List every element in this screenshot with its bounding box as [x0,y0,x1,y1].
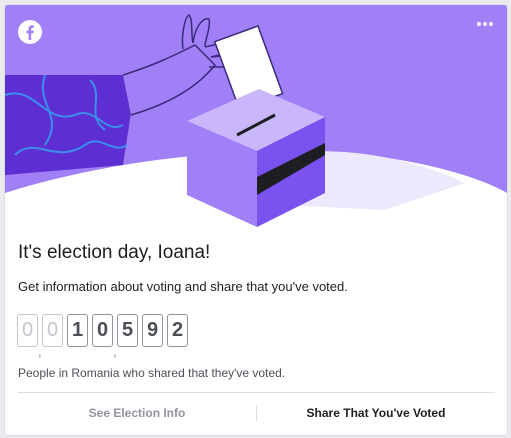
see-election-info-button[interactable]: See Election Info [18,393,256,433]
counter-digit: 0 [92,314,113,347]
facebook-logo-icon [17,19,43,45]
more-options-button[interactable] [471,13,499,35]
counter-digit: 2 [167,314,188,347]
counter-digit: 5 [117,314,138,347]
counter-caption: People in Romania who shared that they'v… [18,366,286,380]
card-title: It's election day, Ioana! [18,242,211,263]
counter-digit: 1 [67,314,88,347]
election-day-card: It's election day, Ioana! Get informatio… [4,4,508,436]
vote-counter: 0 , 0 1 0 , 5 9 2 [17,314,192,359]
counter-digit: 0 [42,314,63,347]
counter-digit: 9 [142,314,163,347]
more-dots-icon [477,22,493,26]
counter-digit: 0 [17,314,38,347]
card-subtitle: Get information about voting and share t… [18,279,348,294]
ballot-illustration [5,5,507,229]
card-actions: See Election Info Share That You've Vote… [18,393,495,433]
election-banner [5,5,507,229]
share-voted-button[interactable]: Share That You've Voted [257,393,495,433]
